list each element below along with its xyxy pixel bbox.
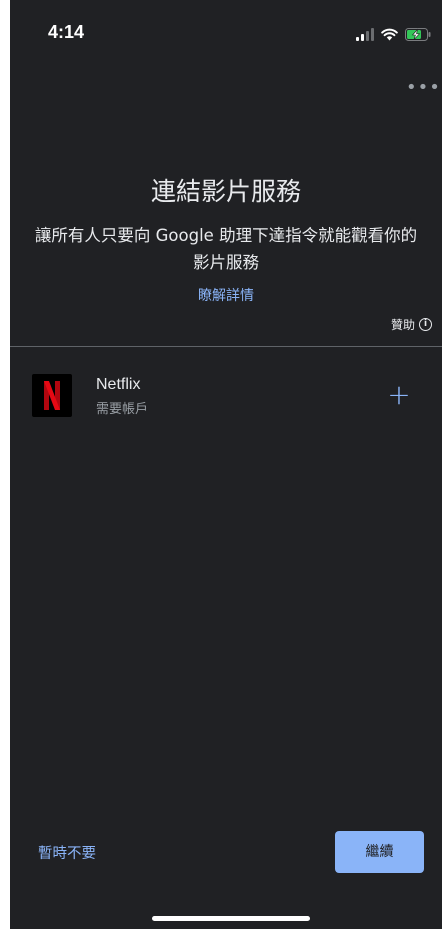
plus-icon: + (387, 378, 411, 411)
info-icon: i (419, 318, 432, 331)
divider (10, 346, 442, 347)
page-subtitle: 讓所有人只要向 Google 助理下達指令就能觀看你的影片服務 (34, 226, 418, 272)
sponsored-info[interactable]: 贊助 i (391, 316, 432, 333)
battery-charging-icon (405, 27, 431, 41)
sponsored-label: 贊助 (390, 318, 415, 332)
learn-more-link[interactable]: 瞭解詳情 (10, 285, 442, 305)
wifi-icon (381, 28, 398, 40)
screen: 4:14 ••• 連結影片服務 讓所有人只要向 Google 助理下達指令就能觀… (10, 0, 442, 929)
cellular-signal-icon (356, 27, 374, 41)
service-name: Netflix (96, 376, 141, 393)
service-row-netflix[interactable]: Netflix 需要帳戶 + (10, 366, 442, 432)
page-title: 連結影片服務 (150, 177, 301, 206)
service-requirement: 需要帳戶 (96, 402, 149, 417)
status-bar: 4:14 (10, 0, 442, 60)
home-indicator[interactable] (152, 916, 310, 921)
netflix-logo (32, 374, 72, 417)
continue-button[interactable]: 繼續 (335, 831, 424, 873)
netflix-n-icon (44, 381, 60, 410)
more-horizontal-icon: ••• (406, 77, 441, 98)
status-icons (356, 26, 432, 42)
more-options-button[interactable]: ••• (406, 78, 440, 98)
not-now-button[interactable]: 暫時不要 (38, 842, 96, 863)
add-service-button[interactable]: + (384, 380, 414, 410)
status-time: 4:14 (48, 22, 85, 42)
